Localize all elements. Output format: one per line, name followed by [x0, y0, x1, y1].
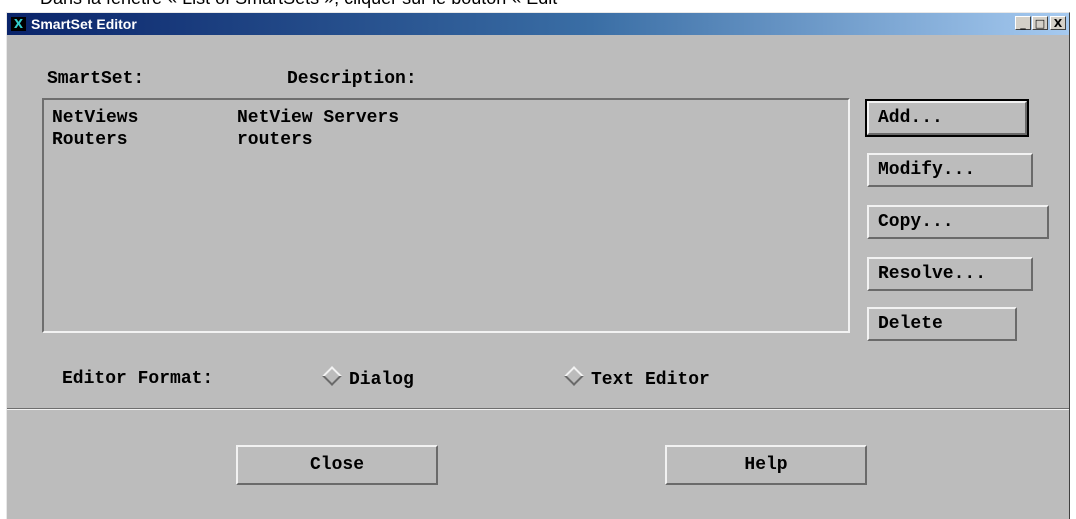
minimize-button[interactable]: _ [1015, 16, 1031, 30]
x-app-icon: X [11, 17, 26, 31]
maximize-button[interactable]: □ [1032, 16, 1048, 30]
smartset-list[interactable]: NetViews NetView Servers Routers routers [42, 98, 850, 333]
smartset-name: NetViews [52, 108, 139, 128]
smartset-description: routers [237, 130, 313, 150]
add-button[interactable]: Add... [865, 99, 1029, 137]
dialog-radio-label: Dialog [349, 370, 414, 390]
description-column-header: Description: [287, 69, 417, 89]
window-title: SmartSet Editor [31, 16, 137, 32]
smartset-column-header: SmartSet: [47, 69, 145, 89]
smartset-description: NetView Servers [237, 108, 400, 128]
modify-button[interactable]: Modify... [867, 153, 1033, 187]
text-editor-radio[interactable]: Text Editor [564, 366, 710, 390]
resolve-button[interactable]: Resolve... [867, 257, 1033, 291]
copy-button[interactable]: Copy... [867, 205, 1049, 239]
help-button[interactable]: Help [665, 445, 867, 485]
separator [7, 408, 1069, 410]
close-button[interactable]: Close [236, 445, 438, 485]
editor-format-label: Editor Format: [62, 369, 214, 389]
radio-diamond-icon [564, 366, 584, 386]
dialog-radio[interactable]: Dialog [322, 366, 414, 390]
smartset-editor-window: X SmartSet Editor _ □ X SmartSet: Descri… [6, 12, 1070, 519]
instruction-caption: Dans la fenêtre « List of SmartSets », c… [40, 0, 557, 9]
delete-button[interactable]: Delete [867, 307, 1017, 341]
radio-diamond-icon [322, 366, 342, 386]
title-bar[interactable]: X SmartSet Editor _ □ X [7, 13, 1069, 35]
smartset-name: Routers [52, 130, 128, 150]
close-window-button[interactable]: X [1050, 16, 1066, 30]
text-editor-radio-label: Text Editor [591, 370, 710, 390]
